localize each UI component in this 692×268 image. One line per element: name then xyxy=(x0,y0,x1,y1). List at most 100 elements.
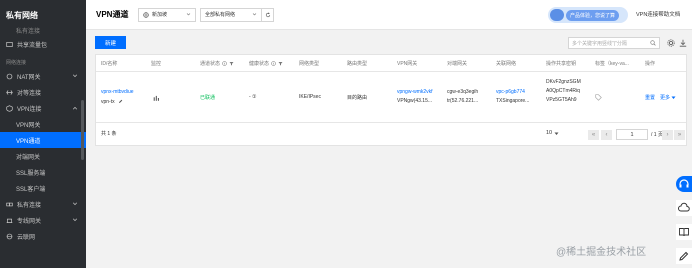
psk-line-3: VPz5GT5Ah9 xyxy=(546,97,577,103)
chevron-down-icon xyxy=(72,202,78,206)
tunnel-name: vpn-tx xyxy=(101,99,123,105)
info-icon xyxy=(271,61,276,66)
toggle-knob xyxy=(550,9,564,21)
more-link[interactable]: 更多 xyxy=(660,94,676,101)
download-button[interactable] xyxy=(678,38,687,47)
filter-icon[interactable] xyxy=(278,61,283,66)
col-actions: 操作 xyxy=(645,61,656,67)
table-header: ID/名称 监控 通道状态 健康状态 网络类型 路由类型 VPN网关 对端网关 … xyxy=(96,55,686,72)
vpn-tunnel-table: ID/名称 监控 通道状态 健康状态 网络类型 路由类型 VPN网关 对端网关 … xyxy=(95,54,687,146)
chevron-down-icon xyxy=(252,13,257,16)
first-page-button[interactable]: « xyxy=(588,130,599,140)
next-page-button[interactable]: › xyxy=(662,130,673,140)
bar-chart-icon[interactable] xyxy=(153,95,160,101)
col-monitor: 监控 xyxy=(151,61,162,67)
settings-button[interactable] xyxy=(666,38,675,47)
more-label: 更多 xyxy=(660,95,671,101)
col-route-type: 路由类型 xyxy=(347,61,368,67)
tag-icon[interactable] xyxy=(595,94,602,101)
search-input[interactable]: 多个关键字用竖线"|"分隔 xyxy=(568,37,660,49)
table-footer: 共 1 条 10 « ‹ 1 / 1 页 › » xyxy=(96,125,686,145)
chevron-down-icon xyxy=(72,218,78,222)
vpc-select[interactable]: 全部私有网络 xyxy=(200,7,262,22)
col-tunnel-status-label: 通道状态 xyxy=(200,61,221,67)
tunnel-name-text: vpn-tx xyxy=(101,99,115,105)
vpc-link[interactable]: vpc-p6gb774 xyxy=(496,89,525,95)
vpn-icon xyxy=(6,104,13,112)
sidebar-item-label: 私有连接 xyxy=(17,202,42,209)
vpn-gateway-link[interactable]: vpngw-wmk2vkf xyxy=(397,89,433,95)
psk-line-2: A0QpCTm4Riq xyxy=(546,88,580,94)
sidebar-item-label: 云联网 xyxy=(17,234,36,241)
feedback-button[interactable] xyxy=(676,248,692,264)
col-health-status-label: 健康状态 xyxy=(249,61,270,67)
col-tunnel-status: 通道状态 xyxy=(200,60,234,67)
sidebar-item-peering[interactable]: 对等连接 xyxy=(0,84,86,100)
new-button[interactable]: 新建 xyxy=(95,36,126,49)
route-type: 目的路由 xyxy=(347,95,368,101)
region-value: 新加坡 xyxy=(152,12,168,18)
sidebar-item-vpn[interactable]: VPN连接 xyxy=(0,100,86,116)
support-button[interactable] xyxy=(676,176,692,192)
sidebar-item-label: 共享流量包 xyxy=(17,42,48,49)
sidebar-item-ccn[interactable]: 云联网 xyxy=(0,228,86,244)
sidebar-item-private-link[interactable]: 私有连接 xyxy=(0,196,86,212)
book-icon xyxy=(679,228,689,237)
vpc-value: 全部私有网络 xyxy=(205,12,236,18)
sidebar-item-nat[interactable]: NAT网关 xyxy=(0,68,86,84)
search-placeholder: 多个关键字用竖线"|"分隔 xyxy=(572,40,627,47)
sidebar-item-peer-gateway[interactable]: 对端网关 xyxy=(0,148,86,164)
prev-page-button[interactable]: ‹ xyxy=(601,130,612,140)
cloud-icon xyxy=(678,202,690,212)
tunnel-status-badge: 已联通 xyxy=(200,95,216,101)
gateway-icon xyxy=(6,217,13,224)
peer-gateway-id[interactable]: cgw-e3q3egih xyxy=(447,89,478,95)
total-count: 共 1 条 xyxy=(101,131,117,137)
col-psk: 操作共享密钥 xyxy=(546,61,577,67)
sidebar-item-label: 对端网关 xyxy=(16,154,41,161)
download-icon xyxy=(679,39,686,47)
sidebar-item-label: VPN网关 xyxy=(16,122,41,129)
sidebar-item-label: SSL客户端 xyxy=(16,186,46,193)
region-select[interactable]: 新加坡 xyxy=(138,7,196,22)
chevron-down-icon xyxy=(72,74,78,78)
refresh-button[interactable] xyxy=(262,7,274,22)
last-page-button[interactable]: » xyxy=(674,130,685,140)
package-icon xyxy=(6,41,13,48)
sidebar-item-ssl-client[interactable]: SSL客户端 xyxy=(0,180,86,196)
col-peer-gateway: 对端网关 xyxy=(447,61,468,67)
sidebar-item-vpn-gateway[interactable]: VPN网关 xyxy=(0,116,86,132)
sidebar-item-vpn-tunnel[interactable]: VPN通道 xyxy=(0,132,86,148)
cloud-shell-button[interactable] xyxy=(676,200,692,216)
col-vpc: 关联网络 xyxy=(496,61,517,67)
sidebar-scrollbar[interactable] xyxy=(81,100,84,160)
sidebar-item-label: SSL服务端 xyxy=(16,170,46,177)
page-size-select[interactable]: 10 xyxy=(546,130,559,136)
sidebar-item-shared-traffic[interactable]: 共享流量包 xyxy=(0,36,86,52)
col-tags: 标签（key-va... xyxy=(595,61,629,67)
col-id-name: ID/名称 xyxy=(101,61,118,67)
col-network-type: 网络类型 xyxy=(299,61,320,67)
help-doc-link[interactable]: VPN连接帮助文档 xyxy=(636,10,680,18)
docs-button[interactable] xyxy=(676,224,692,240)
filter-icon[interactable] xyxy=(229,61,234,66)
refresh-icon xyxy=(265,11,270,17)
nat-icon xyxy=(6,73,13,80)
page-size-value: 10 xyxy=(546,130,553,136)
edit-icon[interactable] xyxy=(118,99,123,104)
health-status: - ① xyxy=(249,94,257,100)
info-icon xyxy=(222,61,227,66)
peering-icon xyxy=(6,89,13,96)
page-input[interactable]: 1 xyxy=(616,129,648,140)
sidebar-item-label: VPN连接 xyxy=(17,106,42,113)
experience-toggle[interactable]: 产品体验，您说了算 xyxy=(548,7,628,23)
sidebar-item-label: 对等连接 xyxy=(17,90,42,97)
tunnel-id-link[interactable]: vpnx-mtbvdiue xyxy=(101,89,134,95)
toggle-label: 产品体验，您说了算 xyxy=(566,9,620,21)
sidebar-item-private-link-top[interactable]: 私有连接 xyxy=(0,24,86,36)
reset-link[interactable]: 重置 xyxy=(645,94,655,101)
sidebar-item-label: 专线网关 xyxy=(17,218,42,225)
sidebar-item-direct-connect[interactable]: 专线网关 xyxy=(0,212,86,228)
sidebar-item-ssl-server[interactable]: SSL服务端 xyxy=(0,164,86,180)
gear-icon xyxy=(666,38,675,47)
